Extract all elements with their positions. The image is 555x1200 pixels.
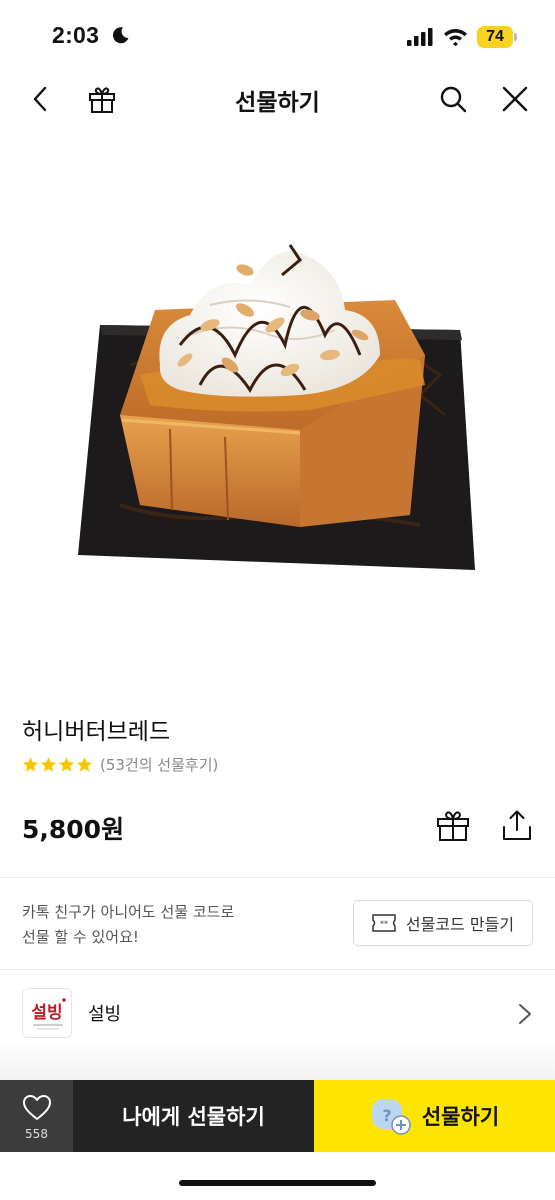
search-icon[interactable]	[438, 84, 468, 114]
product-image	[78, 244, 475, 570]
wish-count: 558	[25, 1127, 48, 1141]
svg-text:**: **	[380, 920, 388, 929]
create-giftcode-button[interactable]: ** 선물코드 만들기	[353, 900, 533, 946]
svg-text:?: ?	[382, 1106, 391, 1125]
gift-label: 선물하기	[421, 1105, 500, 1129]
bottom-action-bar: 558 나에게 선물하기 ? 선물하기	[0, 1080, 555, 1152]
gift-button[interactable]: ? 선물하기	[314, 1080, 555, 1152]
star-icon	[40, 756, 57, 772]
product-price: 5,800원	[22, 815, 125, 844]
product-name: 허니버터브레드	[22, 719, 171, 745]
review-count[interactable]: (53건의 선물후기)	[100, 754, 218, 775]
star-icon	[22, 756, 39, 772]
create-giftcode-label: 선물코드 만들기	[405, 915, 515, 934]
rating-row[interactable]: (53건의 선물후기)	[22, 753, 218, 775]
friend-select-icon: ?	[371, 1099, 411, 1135]
giftcode-description-line: 선물 할 수 있어요!	[22, 928, 139, 946]
status-time: 2:03	[52, 22, 100, 48]
share-icon[interactable]	[500, 808, 534, 842]
star-icon	[58, 756, 75, 772]
scroll-fade	[0, 1040, 555, 1080]
chevron-right-icon	[519, 1004, 531, 1024]
divider	[0, 969, 555, 970]
wifi-icon	[444, 29, 467, 46]
battery-indicator: 74	[477, 26, 513, 48]
page-title: 선물하기	[235, 90, 320, 116]
home-indicator[interactable]	[179, 1180, 376, 1186]
brand-name: 설빙	[88, 1004, 122, 1025]
self-gift-button[interactable]: 나에게 선물하기	[73, 1080, 314, 1152]
brand-logo-text: 설빙	[31, 1003, 62, 1023]
self-gift-label: 나에게 선물하기	[122, 1105, 265, 1129]
signal-icon	[407, 28, 433, 46]
nav-bar: 선물하기	[0, 70, 555, 130]
moon-icon	[112, 27, 129, 44]
ticket-icon: **	[372, 914, 396, 932]
divider	[0, 877, 555, 878]
rating-stars	[22, 756, 93, 773]
heart-icon	[23, 1095, 51, 1120]
brand-logo: 설빙	[22, 988, 72, 1038]
gift-box-icon[interactable]	[436, 808, 470, 842]
battery-nub	[514, 33, 517, 41]
status-bar: 2:03 74	[0, 0, 555, 70]
close-icon[interactable]	[500, 84, 530, 114]
giftcode-description-line: 카톡 친구가 아니어도 선물 코드로	[22, 903, 235, 921]
brand-logo-image: 설빙	[31, 998, 66, 1030]
star-icon	[76, 756, 93, 772]
wish-button[interactable]: 558	[0, 1080, 73, 1152]
giftcode-description: 카톡 친구가 아니어도 선물 코드로 선물 할 수 있어요!	[22, 900, 322, 950]
